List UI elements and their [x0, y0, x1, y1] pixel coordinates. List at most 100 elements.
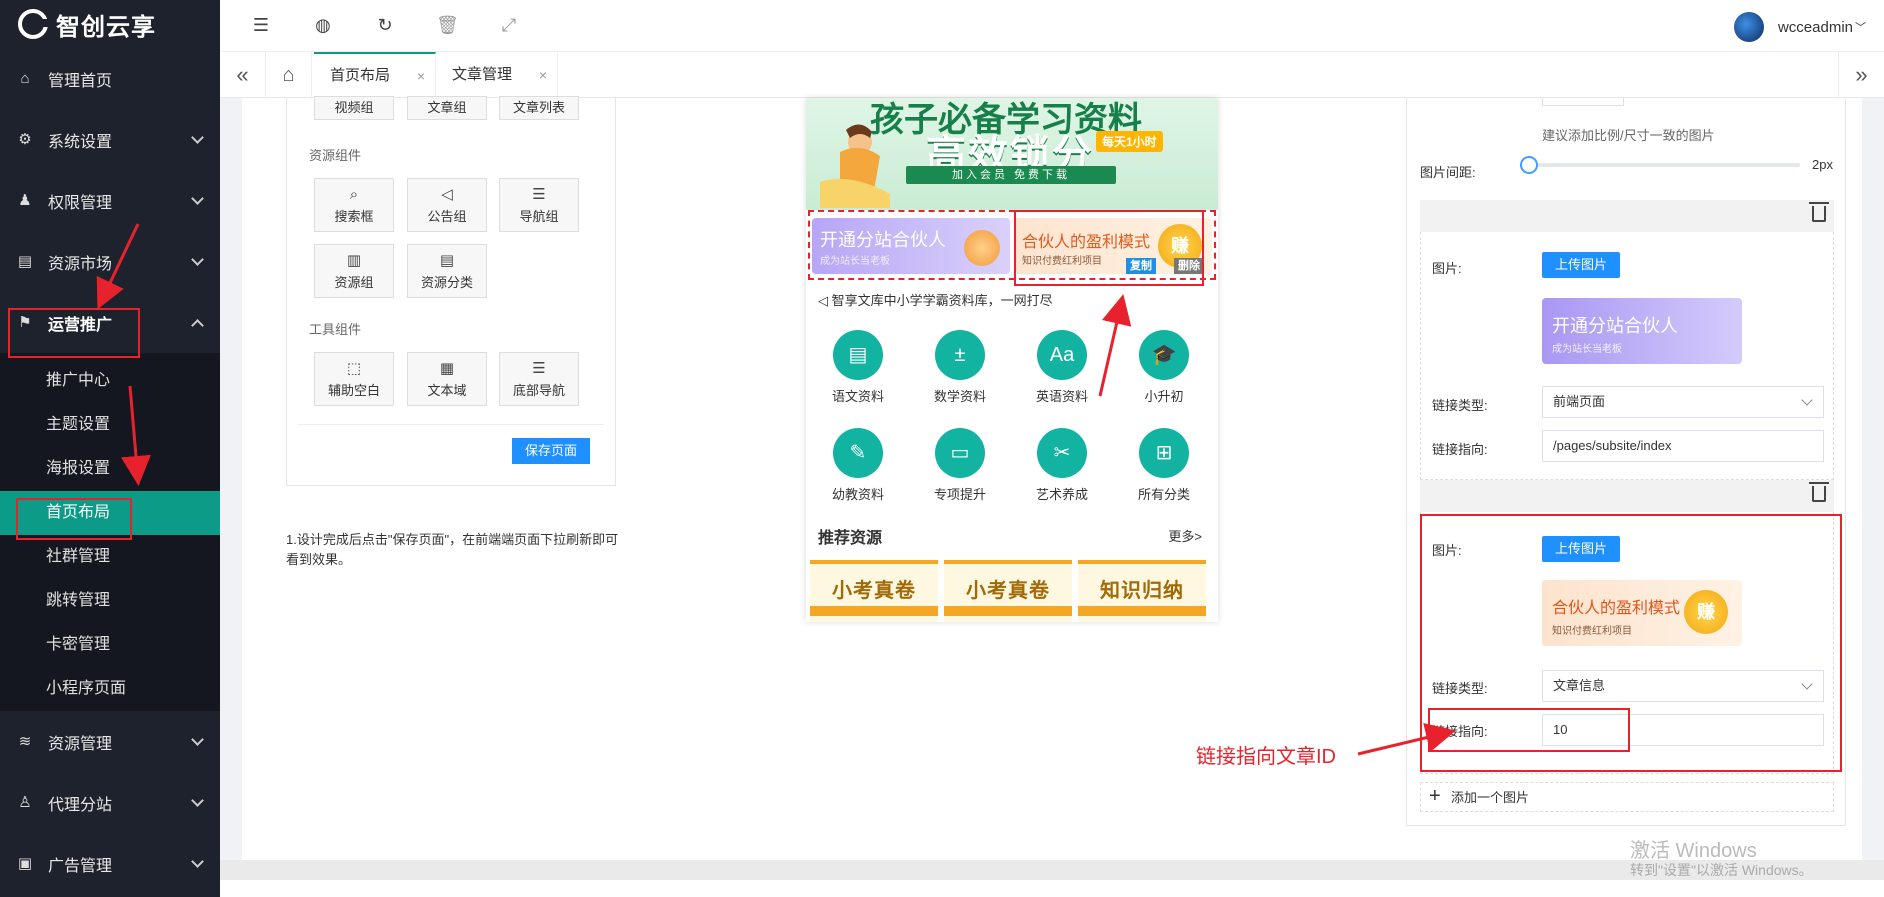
sidebar-item-system-settings[interactable]: ⚙ 系统设置	[0, 109, 220, 170]
grid-item-middle-school[interactable]: 🎓 小升初	[1124, 330, 1204, 405]
tab-home-layout[interactable]: 首页布局 ×	[314, 52, 436, 98]
logo-text: 智创云享	[56, 13, 156, 41]
grid-item-all-categories[interactable]: ⊞ 所有分类	[1124, 428, 1204, 503]
app-logo[interactable]: 智创云享	[0, 0, 220, 48]
grid-label: 英语资料	[1035, 389, 1088, 404]
hero-strip: 加入会员 免费下载	[906, 166, 1116, 184]
sidebar-subitem-redirects[interactable]: 跳转管理	[0, 579, 220, 623]
spacing-slider-handle[interactable]	[1520, 156, 1538, 174]
grid-item-math[interactable]: ± 数学资料	[920, 330, 1000, 405]
grid-item-preschool[interactable]: ✎ 幼教资料	[818, 428, 898, 503]
component-bottom-nav[interactable]: ☰ 底部导航	[499, 352, 579, 406]
sidebar-subitem-poster-settings[interactable]: 海报设置	[0, 447, 220, 491]
component-search-box[interactable]: ⌕ 搜索框	[314, 178, 394, 232]
grid-item-english[interactable]: Aa 英语资料	[1022, 330, 1102, 405]
component-article-list[interactable]: 文章列表	[499, 96, 579, 120]
close-icon[interactable]: ×	[539, 52, 547, 98]
agent-icon: ♙	[18, 793, 32, 811]
promo-partner[interactable]: 开通分站合伙人 成为站长当老板	[812, 218, 1010, 274]
username: wcceadmin	[1777, 18, 1853, 36]
sidebar-subitem-theme-settings[interactable]: 主题设置	[0, 403, 220, 447]
card-strip	[810, 606, 938, 616]
logo-mark-icon	[18, 9, 48, 39]
resource-card-title: 小考真卷	[832, 580, 916, 602]
component-label: 搜索框	[334, 209, 374, 224]
save-page-button[interactable]: 保存页面	[512, 438, 590, 464]
refresh-icon[interactable]: ↻	[374, 14, 396, 36]
spacing-label: 图片间距:	[1420, 165, 1476, 180]
sidebar-subitem-card-keys[interactable]: 卡密管理	[0, 623, 220, 667]
copy-button[interactable]: 复制	[1126, 258, 1156, 274]
sidebar-subitem-community[interactable]: 社群管理	[0, 535, 220, 579]
grid-label: 专项提升	[933, 487, 986, 502]
chevron-down-icon	[191, 131, 204, 144]
add-image-button[interactable]: 添加一个图片	[1420, 781, 1834, 812]
grid-item-art[interactable]: ✂ 艺术养成	[1022, 428, 1102, 503]
book-icon: ▤	[833, 330, 883, 380]
chevron-down-icon	[1801, 394, 1813, 406]
fullscreen-icon[interactable]: ⤢	[498, 14, 520, 36]
component-text-area[interactable]: ▦ 文本域	[407, 352, 487, 406]
component-resource-group[interactable]: ▥ 资源组	[314, 244, 394, 298]
link-type-select[interactable]: 前端页面	[1542, 386, 1824, 418]
sidebar-subitem-promotion-center[interactable]: 推广中心	[0, 359, 220, 403]
close-icon[interactable]: ×	[417, 54, 425, 98]
upload-image-button[interactable]: 上传图片	[1542, 252, 1620, 278]
sidebar-item-dashboard[interactable]: ⌂ 管理首页	[0, 48, 220, 109]
coin-icon: 赚	[1684, 590, 1728, 634]
component-video-group[interactable]: 视频组	[314, 96, 394, 120]
grid-label: 小升初	[1144, 389, 1184, 404]
tab-scroll-left-icon[interactable]: «	[220, 52, 266, 98]
tab-label: 首页布局	[330, 67, 391, 84]
tab-article-management[interactable]: 文章管理 ×	[436, 52, 558, 98]
sidebar-subitem-home-layout[interactable]: 首页布局	[0, 491, 220, 535]
component-notice-group[interactable]: ◁ 公告组	[407, 178, 487, 232]
link-type-select[interactable]: 文章信息	[1542, 670, 1824, 702]
hero-banner[interactable]: 孩子必备学习资料 高效锁分 每天1小时 加入会员 免费下载	[806, 98, 1218, 210]
notice-bar: ◁ 智享文库中小学学霸资料库，一网打尽	[818, 290, 1053, 309]
search-icon: ⌕	[349, 186, 359, 203]
link-target-input[interactable]: /pages/subsite/index	[1542, 430, 1824, 462]
trash-icon[interactable]	[1809, 202, 1829, 222]
image-hint: 建议添加比例/尺寸一致的图片	[1542, 128, 1715, 143]
link-target-label: 链接指向:	[1432, 724, 1488, 739]
sidebar-item-agent-subsites[interactable]: ♙ 代理分站	[0, 772, 220, 833]
component-nav-group[interactable]: ☰ 导航组	[499, 178, 579, 232]
sidebar-item-ads[interactable]: ▣ 广告管理	[0, 833, 220, 894]
grid-label: 数学资料	[933, 389, 986, 404]
grid-icon: ⊞	[1139, 428, 1189, 478]
sidebar-item-permissions[interactable]: ♟ 权限管理	[0, 170, 220, 231]
resource-card[interactable]: 小考真卷	[810, 560, 938, 622]
user-menu[interactable]: wcceadmin ﹀	[1733, 12, 1866, 42]
globe-icon[interactable]: ◍	[312, 14, 334, 36]
component-label: 资源组	[334, 275, 374, 290]
gear-icon: ⚙	[18, 130, 32, 148]
grid-item-special[interactable]: ▭ 专项提升	[920, 428, 1000, 503]
more-link[interactable]: 更多>	[1168, 526, 1202, 545]
palette-icon: ✂	[1037, 428, 1087, 478]
sidebar-item-label: 代理分站	[48, 796, 113, 814]
resource-card[interactable]: 小考真卷	[944, 560, 1072, 622]
spacing-slider[interactable]	[1528, 163, 1800, 167]
sidebar-item-resource-market[interactable]: ▤ 资源市场	[0, 231, 220, 292]
sidebar-item-operations[interactable]: ⚑ 运营推广	[0, 292, 220, 353]
collapse-menu-icon[interactable]: ☰	[250, 14, 272, 36]
component-spacer[interactable]: ⬚ 辅助空白	[314, 352, 394, 406]
component-article-group[interactable]: 文章组	[407, 96, 487, 120]
sidebar-item-resource-management[interactable]: ≋ 资源管理	[0, 711, 220, 772]
resource-components-title: 资源组件	[309, 148, 362, 163]
link-target-input[interactable]: 10	[1542, 714, 1824, 746]
trash-icon[interactable]	[1809, 482, 1829, 502]
windows-watermark-sub: 转到"设置"以激活 Windows。	[1630, 862, 1813, 878]
upload-image-button[interactable]: 上传图片	[1542, 536, 1620, 562]
promo-title: 开通分站合伙人	[820, 230, 946, 250]
resource-card[interactable]: 知识归纳	[1078, 560, 1206, 622]
tab-scroll-right-icon[interactable]: »	[1838, 52, 1884, 98]
home-tab-icon[interactable]: ⌂	[266, 52, 312, 98]
delete-button[interactable]: 删除	[1174, 258, 1204, 274]
clear-cache-icon[interactable]: 🗑	[436, 14, 459, 36]
sidebar-subitem-mini-program[interactable]: 小程序页面	[0, 667, 220, 711]
component-resource-category[interactable]: ▤ 资源分类	[407, 244, 487, 298]
grid-item-chinese[interactable]: ▤ 语文资料	[818, 330, 898, 405]
list-icon: ☰	[532, 360, 546, 377]
